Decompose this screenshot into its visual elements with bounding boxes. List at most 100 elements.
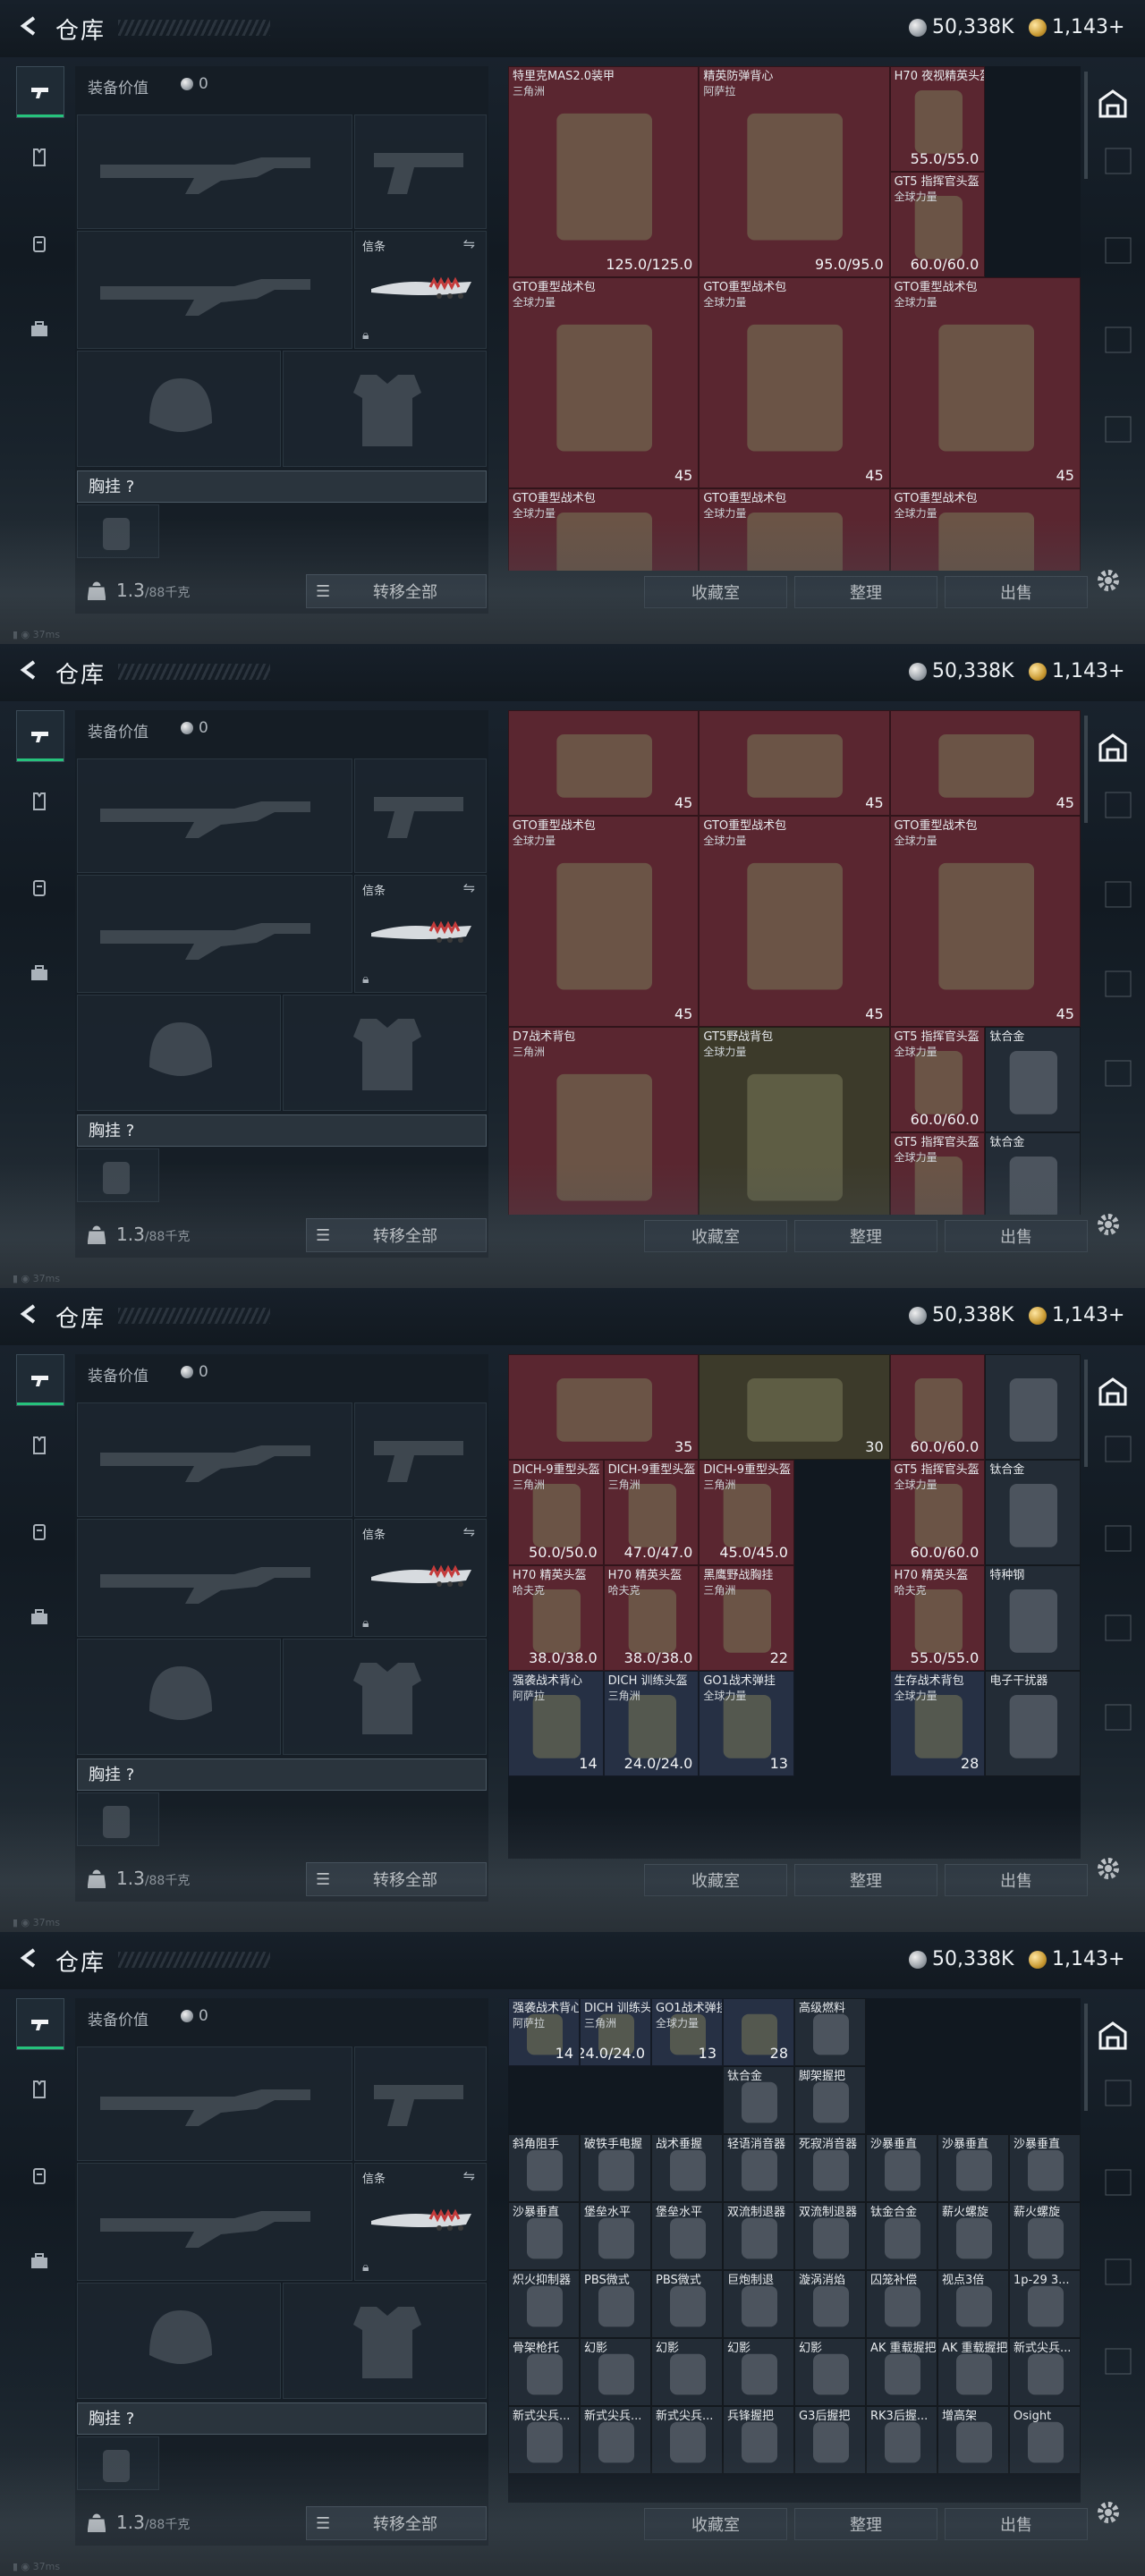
helmet-slot[interactable] xyxy=(77,1639,281,1755)
secondary-weapon-slot[interactable] xyxy=(77,2163,352,2281)
stash-item[interactable]: 双流制退器 xyxy=(794,2202,866,2270)
melee-slot[interactable]: 信条 ⇋ 🔒︎ xyxy=(354,2163,487,2281)
stash-item[interactable]: 破铁手电握 xyxy=(580,2134,651,2202)
sell-button[interactable]: 出售 xyxy=(945,2508,1088,2540)
stash-item[interactable]: 堡垒水平 xyxy=(651,2202,723,2270)
storage-tab-icon[interactable] xyxy=(1100,787,1136,823)
collection-room-button[interactable]: 收藏室 xyxy=(644,576,787,608)
storage-tab-icon[interactable] xyxy=(1100,322,1136,358)
stash-item[interactable]: H70 精英头盔 哈夫克 38.0/38.0 xyxy=(508,1565,604,1671)
primary-weapon-slot[interactable] xyxy=(77,758,352,873)
back-arrow-icon[interactable] xyxy=(16,1301,43,1327)
melee-slot[interactable]: 信条 ⇋ 🔒︎ xyxy=(354,875,487,993)
storage-tab-icon[interactable] xyxy=(1100,2165,1136,2200)
stash-item[interactable]: 炽火抑制器 xyxy=(508,2270,580,2338)
stash-item[interactable]: 特里克MAS2.0装甲 三角洲 125.0/125.0 xyxy=(508,66,700,277)
body-armor-slot[interactable] xyxy=(283,995,487,1111)
stash-item[interactable]: DICH-9重型头盔 三角洲 47.0/47.0 xyxy=(603,1460,700,1565)
rail-tab-items[interactable] xyxy=(16,1592,63,1642)
stash-item[interactable]: 轻语消音器 xyxy=(723,2134,794,2202)
stash-item[interactable]: 钛合金 xyxy=(985,1027,1081,1132)
back-arrow-icon[interactable] xyxy=(16,657,43,683)
stash-item[interactable]: 钛合金 xyxy=(723,2066,794,2134)
gold-currency[interactable]: 1,143+ xyxy=(1029,1304,1124,1326)
stash-item[interactable]: 45 xyxy=(699,710,890,816)
stash-item[interactable]: GTO重型战术包 全球力量 45 xyxy=(699,816,890,1027)
sell-button[interactable]: 出售 xyxy=(945,576,1088,608)
stash-item[interactable]: 30 xyxy=(699,1354,890,1460)
transfer-all-button[interactable]: ☰ 转移全部 xyxy=(306,1862,487,1896)
warehouse-icon[interactable] xyxy=(1095,730,1131,766)
melee-slot[interactable]: 信条 ⇋ 🔒︎ xyxy=(354,1519,487,1637)
body-armor-slot[interactable] xyxy=(283,1639,487,1755)
stash-item[interactable]: 斜角阻手 xyxy=(508,2134,580,2202)
sidearm-slot[interactable] xyxy=(354,114,487,229)
settings-gear-icon[interactable] xyxy=(1093,565,1124,596)
stash-item[interactable]: 沙暴垂直 xyxy=(937,2134,1009,2202)
stash-item[interactable]: GT5 指挥官头盔 全球力量 60.0/60.0 xyxy=(889,1460,986,1565)
rail-tab-bags[interactable] xyxy=(16,1506,63,1556)
rail-tab-armor[interactable] xyxy=(16,776,63,826)
stash-item[interactable]: DICH 训练头盔三角洲 24.0/24.0 xyxy=(603,1671,700,1776)
stash-item[interactable]: 骨架枪托 xyxy=(508,2338,580,2406)
gold-currency[interactable]: 1,143+ xyxy=(1029,16,1124,38)
stash-item[interactable]: 新式尖兵... xyxy=(508,2406,580,2474)
stash-item[interactable]: GO1战术弹挂 全球力量 13 xyxy=(699,1671,794,1776)
body-armor-slot[interactable] xyxy=(283,351,487,467)
transfer-all-button[interactable]: ☰ 转移全部 xyxy=(306,574,487,608)
stash-item[interactable]: G3后握把 xyxy=(794,2406,866,2474)
settings-gear-icon[interactable] xyxy=(1093,1209,1124,1240)
backpack-slot[interactable] xyxy=(77,2436,159,2490)
stash-item[interactable]: 新式尖兵... xyxy=(1009,2338,1081,2406)
secondary-weapon-slot[interactable] xyxy=(77,231,352,349)
stash-item[interactable]: 囚笼补偿 xyxy=(866,2270,937,2338)
storage-tab-icon[interactable] xyxy=(1100,877,1136,912)
stash-item[interactable]: 幻影 xyxy=(794,2338,866,2406)
stash-item[interactable]: 巨炮制退 xyxy=(723,2270,794,2338)
warehouse-icon[interactable] xyxy=(1095,86,1131,122)
rail-tab-items[interactable] xyxy=(16,948,63,998)
stash-item[interactable]: GTO重型战术包 全球力量 45 xyxy=(508,816,700,1027)
stash-item[interactable]: 漩涡消焰 xyxy=(794,2270,866,2338)
sell-button[interactable]: 出售 xyxy=(945,1220,1088,1252)
stash-item[interactable]: 沙暴垂直 xyxy=(508,2202,580,2270)
stash-item[interactable]: 战术垂握 xyxy=(651,2134,723,2202)
swap-icon[interactable]: ⇋ xyxy=(463,2167,475,2184)
chest-rig-slot[interactable]: 胸挂 ? xyxy=(77,470,487,503)
stash-item[interactable]: GT5野战背包全球力量30 xyxy=(699,1027,890,1215)
stash-item[interactable]: 死寂消音器 xyxy=(794,2134,866,2202)
stash-item[interactable]: 沙暴垂直 xyxy=(1009,2134,1081,2202)
stash-item[interactable]: H70 夜视精英头盔 55.0/55.0 xyxy=(889,66,986,172)
sort-button[interactable]: 整理 xyxy=(794,576,937,608)
stash-item[interactable]: 28 xyxy=(723,1998,794,2066)
warehouse-icon[interactable] xyxy=(1095,1374,1131,1410)
stash-item[interactable]: 视点3倍 xyxy=(937,2270,1009,2338)
stash-item[interactable]: 兵锋握把 xyxy=(723,2406,794,2474)
stash-item[interactable]: Osight xyxy=(1009,2406,1081,2474)
stash-item[interactable]: 双流制退器 xyxy=(723,2202,794,2270)
stash-item[interactable] xyxy=(985,1354,1081,1460)
sidearm-slot[interactable] xyxy=(354,1402,487,1517)
backpack-slot[interactable] xyxy=(77,504,159,558)
settings-gear-icon[interactable] xyxy=(1093,2497,1124,2528)
backpack-slot[interactable] xyxy=(77,1792,159,1846)
primary-weapon-slot[interactable] xyxy=(77,114,352,229)
stash-item[interactable]: DICH-9重型头盔 三角洲 50.0/50.0 xyxy=(508,1460,604,1565)
stash-item[interactable]: 45 xyxy=(508,710,700,816)
stash-item[interactable]: 新式尖兵... xyxy=(580,2406,651,2474)
rail-tab-weapons[interactable] xyxy=(16,66,64,118)
storage-tab-icon[interactable] xyxy=(1100,411,1136,447)
gold-currency[interactable]: 1,143+ xyxy=(1029,660,1124,682)
stash-item[interactable]: 新式尖兵... xyxy=(651,2406,723,2474)
stash-item[interactable]: RK3后握... xyxy=(866,2406,937,2474)
stash-item[interactable]: D7战术背包三角洲35 xyxy=(508,1027,700,1215)
stash-item[interactable]: 强袭战术背心 阿萨拉 14 xyxy=(508,1671,604,1776)
stash-item[interactable]: DICH 训练头盔三角洲 24.0/24.0 xyxy=(580,1998,651,2066)
stash-item[interactable]: 增高架 xyxy=(937,2406,1009,2474)
stash-item[interactable]: H70 精英头盔 哈夫克 38.0/38.0 xyxy=(603,1565,700,1671)
stash-item[interactable]: 特种钢 xyxy=(985,1565,1081,1671)
rail-tab-items[interactable] xyxy=(16,2236,63,2286)
settings-gear-icon[interactable] xyxy=(1093,1853,1124,1884)
stash-item[interactable]: 堡垒水平 xyxy=(580,2202,651,2270)
rail-tab-weapons[interactable] xyxy=(16,710,64,762)
